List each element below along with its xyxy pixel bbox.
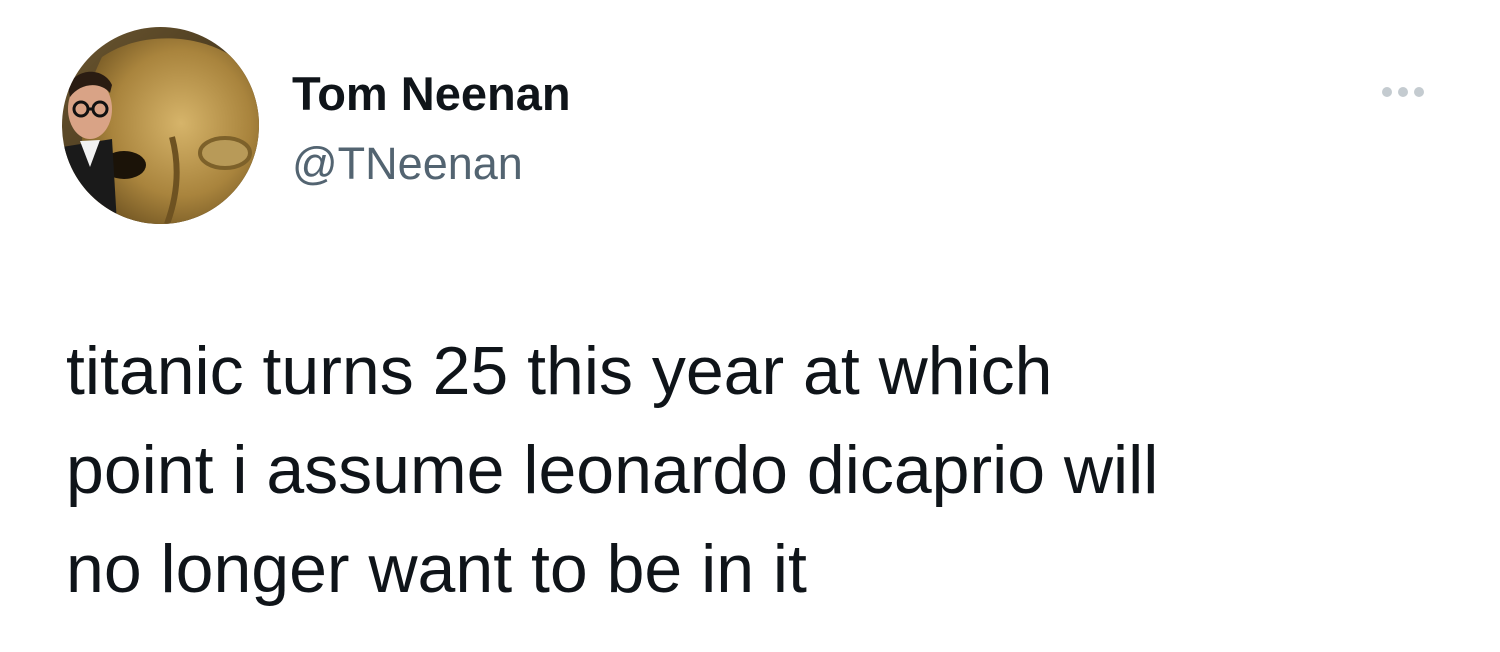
more-options-icon[interactable] xyxy=(1368,74,1438,110)
more-dot-3 xyxy=(1414,87,1424,97)
author-display-name[interactable]: Tom Neenan xyxy=(292,66,571,122)
author-avatar[interactable] xyxy=(62,27,259,224)
tweet-card: Tom Neenan @TNeenan titanic turns 25 thi… xyxy=(0,0,1500,652)
avatar-image xyxy=(62,27,259,224)
author-handle[interactable]: @TNeenan xyxy=(292,136,523,192)
tweet-text-line: point i assume leonardo dicaprio will xyxy=(66,432,1159,508)
tweet-text-line: titanic turns 25 this year at which xyxy=(66,333,1053,409)
tweet-text-line: no longer want to be in it xyxy=(66,531,807,607)
more-dot-2 xyxy=(1398,87,1408,97)
more-dot-1 xyxy=(1382,87,1392,97)
tweet-text: titanic turns 25 this year at which poin… xyxy=(66,322,1466,619)
